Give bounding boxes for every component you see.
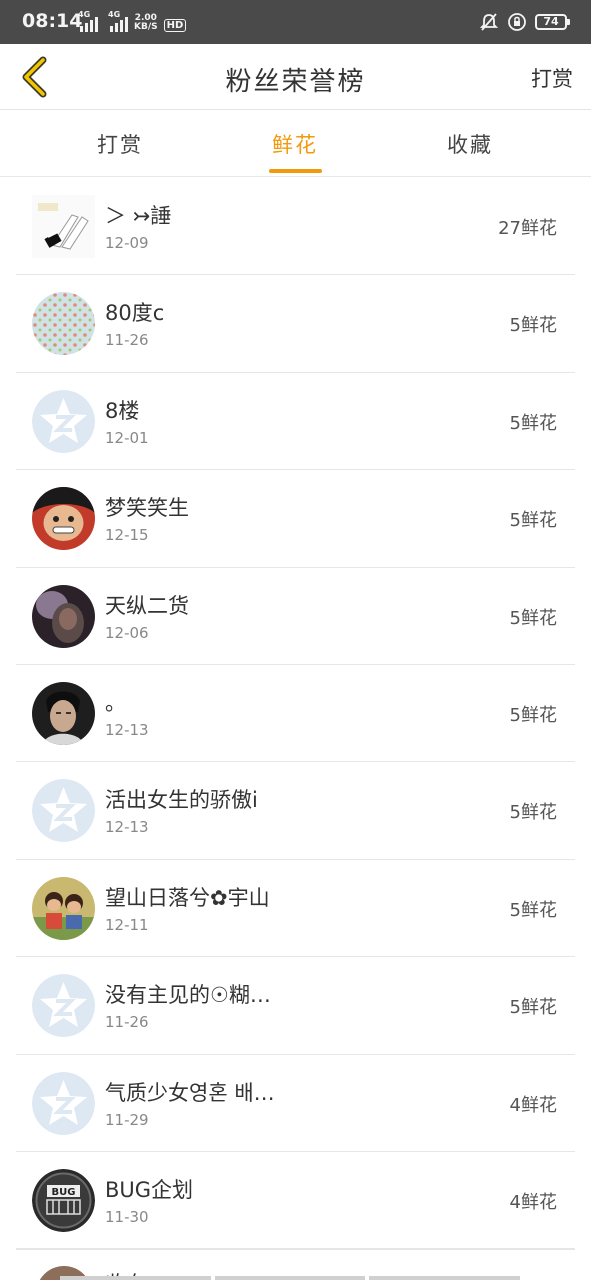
tab-reward[interactable]: 打赏 bbox=[60, 129, 180, 159]
flower-count: 4鲜花 bbox=[509, 1191, 557, 1213]
bug-logo-icon: BUG bbox=[32, 1168, 95, 1232]
avatar[interactable] bbox=[32, 974, 95, 1038]
fan-date: 12-09 bbox=[105, 234, 149, 252]
list-item[interactable]: 没有主见的☉糊… 11-26 5鲜花 bbox=[16, 957, 575, 1055]
avatar[interactable] bbox=[32, 779, 95, 843]
status-time: 08:14 bbox=[22, 10, 83, 32]
default-avatar-icon bbox=[32, 389, 95, 453]
fan-name: ＞ ↣諈 bbox=[105, 204, 172, 228]
signal-icon: 4G bbox=[108, 10, 128, 32]
wifi-hd-icon: HD bbox=[163, 19, 187, 32]
fan-date: 12-15 bbox=[105, 526, 149, 545]
list-item[interactable]: 天纵二货 12-06 5鲜花 bbox=[16, 568, 575, 665]
flower-count: 27鲜花 bbox=[498, 218, 557, 239]
svg-text:BUG: BUG bbox=[52, 1187, 76, 1198]
status-right: 74 bbox=[479, 12, 570, 32]
list-item[interactable]: 8楼 12-01 5鲜花 bbox=[16, 373, 575, 471]
fan-date: 12-11 bbox=[105, 915, 149, 934]
fan-name: 气质少女영혼 배… bbox=[105, 1080, 275, 1105]
flower-count: 5鲜花 bbox=[509, 704, 557, 726]
network-indicators: 4G 4G 2.00 KB/S HD bbox=[78, 10, 187, 32]
tab-bar: 打赏 鲜花 收藏 bbox=[0, 111, 591, 177]
list-item[interactable]: 气质少女영혼 배… 11-29 4鲜花 bbox=[16, 1055, 575, 1152]
list-item[interactable]: ＞ ↣諈 12-09 27鲜花 bbox=[16, 178, 575, 276]
avatar[interactable] bbox=[32, 292, 95, 356]
fan-date: 11-26 bbox=[105, 331, 149, 350]
reward-button[interactable]: 打赏 bbox=[531, 63, 573, 93]
fan-name: 天纵二货 bbox=[105, 593, 189, 618]
flower-count: 5鲜花 bbox=[509, 315, 557, 337]
list-item[interactable]: BUG BUG企划 11-30 4鲜花 bbox=[16, 1152, 575, 1250]
fan-date: 11-29 bbox=[105, 1110, 149, 1129]
fan-name: 梦笑笑生 bbox=[105, 496, 189, 521]
flower-count: 5鲜花 bbox=[509, 510, 557, 532]
list-item[interactable]: 梦笑笑生 12-15 5鲜花 bbox=[16, 470, 575, 568]
list-item[interactable]: 望山日落兮✿宇山 12-11 5鲜花 bbox=[16, 860, 575, 958]
avatar[interactable] bbox=[32, 389, 95, 453]
default-avatar-icon bbox=[32, 779, 95, 843]
fan-date: 12-13 bbox=[105, 818, 149, 837]
fan-date: 12-01 bbox=[105, 428, 149, 447]
fan-name: BUG企划 bbox=[105, 1177, 194, 1202]
avatar[interactable] bbox=[32, 681, 95, 745]
default-avatar-icon bbox=[32, 1071, 95, 1135]
flower-count: 5鲜花 bbox=[509, 412, 557, 434]
avatar[interactable] bbox=[32, 487, 95, 551]
list-item[interactable]: 活出女生的骄傲i 12-13 5鲜花 bbox=[16, 762, 575, 860]
default-avatar-icon bbox=[32, 974, 95, 1038]
active-tab-indicator bbox=[269, 169, 322, 173]
tab-favorites[interactable]: 收藏 bbox=[410, 129, 530, 159]
signal-icon: 4G bbox=[78, 10, 98, 32]
list-item[interactable]: 。 12-13 5鲜花 bbox=[16, 665, 575, 763]
fan-name: 没有主见的☉糊… bbox=[105, 983, 271, 1008]
avatar[interactable] bbox=[32, 876, 95, 940]
fan-date: 11-26 bbox=[105, 1013, 149, 1032]
fan-list: ＞ ↣諈 12-09 27鲜花 80度c 11-26 5鲜花 8楼 12-01 … bbox=[0, 178, 591, 1250]
battery-icon: 74 bbox=[535, 14, 570, 30]
avatar[interactable] bbox=[32, 584, 95, 648]
flower-count: 5鲜花 bbox=[509, 802, 557, 824]
fan-name: 活出女生的骄傲i bbox=[105, 788, 258, 813]
avatar[interactable]: BUG bbox=[32, 1168, 95, 1232]
flower-count: 5鲜花 bbox=[509, 997, 557, 1019]
lock-rotation-icon bbox=[508, 13, 526, 31]
status-bar: 08:14 4G 4G 2.00 KB/S HD 74 bbox=[0, 0, 591, 44]
fan-date: 12-13 bbox=[105, 720, 149, 739]
fan-name: 80度c bbox=[105, 301, 165, 326]
fan-name: 8楼 bbox=[105, 398, 140, 423]
flower-count: 4鲜花 bbox=[509, 1094, 557, 1116]
network-speed: 2.00 KB/S bbox=[134, 13, 158, 32]
scroll-indicator bbox=[60, 1276, 521, 1280]
avatar[interactable] bbox=[32, 195, 95, 258]
list-item[interactable]: 80度c 11-26 5鲜花 bbox=[16, 275, 575, 373]
flower-count: 5鲜花 bbox=[509, 607, 557, 629]
mute-icon bbox=[479, 13, 499, 31]
fan-name: 。 bbox=[105, 690, 126, 715]
page-title: 粉丝荣誉榜 bbox=[225, 67, 366, 97]
tab-flowers[interactable]: 鲜花 bbox=[235, 129, 355, 159]
flower-count: 5鲜花 bbox=[509, 899, 557, 921]
fan-name: 望山日落兮✿宇山 bbox=[105, 885, 270, 910]
avatar[interactable] bbox=[32, 1071, 95, 1135]
fan-date: 12-06 bbox=[105, 623, 149, 642]
nav-bar: 粉丝荣誉榜 打赏 bbox=[0, 44, 591, 110]
fan-date: 11-30 bbox=[105, 1207, 149, 1226]
